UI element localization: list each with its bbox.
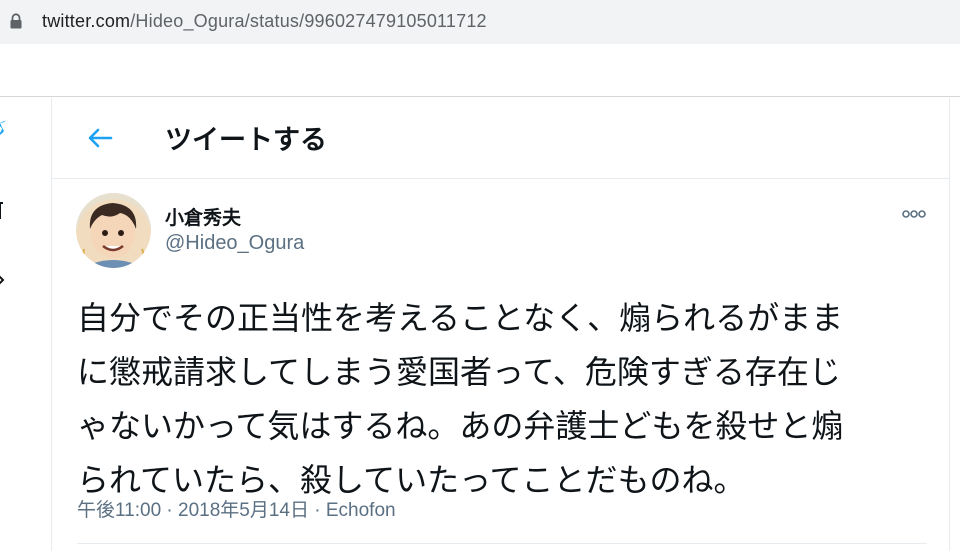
- url-text[interactable]: twitter.com/Hideo_Ogura/status/996027479…: [42, 11, 487, 32]
- twitter-bird-icon[interactable]: [0, 117, 8, 141]
- lock-icon: [10, 13, 22, 29]
- browser-address-bar: twitter.com/Hideo_Ogura/status/996027479…: [0, 0, 960, 44]
- avatar[interactable]: [76, 193, 151, 268]
- ellipsis-icon: [902, 210, 926, 218]
- tweet-timestamp-source[interactable]: 午後11:00 · 2018年5月14日 · Echofon: [77, 495, 396, 522]
- more-options-button[interactable]: [899, 202, 929, 226]
- nav-item-fragment-icon[interactable]: [0, 199, 5, 223]
- nav-item-fragment-icon-2[interactable]: [0, 272, 6, 288]
- author-display-name[interactable]: 小倉秀夫: [165, 203, 241, 230]
- tweet-text-line: に懲戒請求してしまう愛国者って、危険すぎる存在じ: [77, 353, 841, 391]
- author-handle[interactable]: @Hideo_Ogura: [165, 232, 304, 255]
- tweet-text-line: ゃないかって気はするね。あの弁護士どもを殺せと煽: [77, 407, 844, 445]
- arrow-left-icon: [88, 128, 113, 148]
- url-host: twitter.com: [42, 11, 131, 31]
- left-navigation: [0, 98, 52, 551]
- tweet-text-line: 自分でその正当性を考えることなく、煽られるがまま: [77, 299, 844, 337]
- page-title: ツイートする: [165, 125, 327, 156]
- url-path: /Hideo_Ogura/status/996027479105011712: [130, 11, 487, 31]
- divider: [77, 543, 927, 544]
- tweet-text: 自分でその正当性を考えることなく、煽られるがまま に懲戒請求してしまう愛国者って…: [77, 291, 917, 507]
- toolbar-gap: [0, 44, 960, 97]
- back-button[interactable]: [84, 122, 116, 154]
- caricature-avatar-icon: [76, 193, 151, 268]
